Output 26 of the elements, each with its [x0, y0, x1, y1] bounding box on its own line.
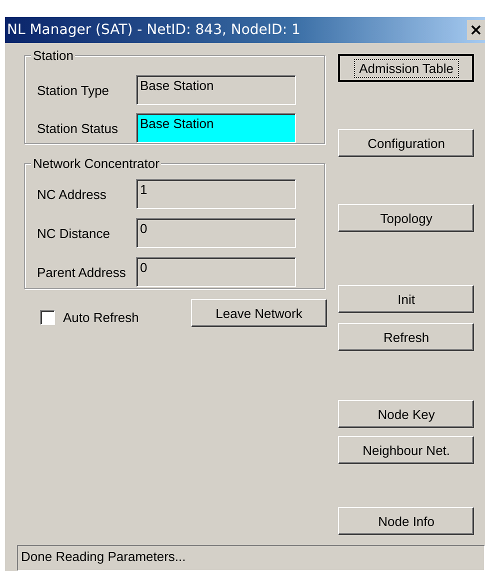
field-label: NC Distance: [36, 226, 111, 240]
field-label: Station Status: [36, 120, 119, 136]
text-field[interactable]: Base Station: [136, 113, 296, 143]
checkbox-label: Auto Refresh: [63, 310, 139, 324]
checkbox[interactable]: [40, 310, 55, 324]
field-label: Station Type: [36, 82, 110, 98]
close-button[interactable]: ×: [467, 20, 485, 40]
text-field[interactable]: 1: [136, 179, 296, 209]
text-field[interactable]: Base Station: [136, 75, 296, 105]
window-title: NL Manager (SAT) - NetID: 843, NodeID: 1: [7, 22, 300, 38]
status-bar: Done Reading Parameters...: [17, 545, 485, 571]
side-button[interactable]: Topology: [338, 204, 474, 232]
text-field[interactable]: 0: [136, 257, 296, 287]
field-label: NC Address: [36, 186, 108, 202]
side-button[interactable]: Node Key: [338, 400, 474, 428]
side-button[interactable]: Node Info: [338, 507, 474, 535]
group-title: Network Concentrator: [31, 156, 162, 171]
side-button[interactable]: Neighbour Net.: [338, 436, 474, 464]
side-button[interactable]: Configuration: [338, 129, 474, 157]
group-title: Station: [31, 48, 76, 63]
field-label: Parent Address: [36, 264, 127, 280]
side-button[interactable]: Refresh: [338, 323, 474, 351]
text-field[interactable]: 0: [136, 218, 296, 248]
leave-network-button[interactable]: Leave Network: [191, 299, 327, 327]
side-button[interactable]: Admission Table: [338, 54, 474, 82]
side-button[interactable]: Init: [338, 285, 474, 313]
